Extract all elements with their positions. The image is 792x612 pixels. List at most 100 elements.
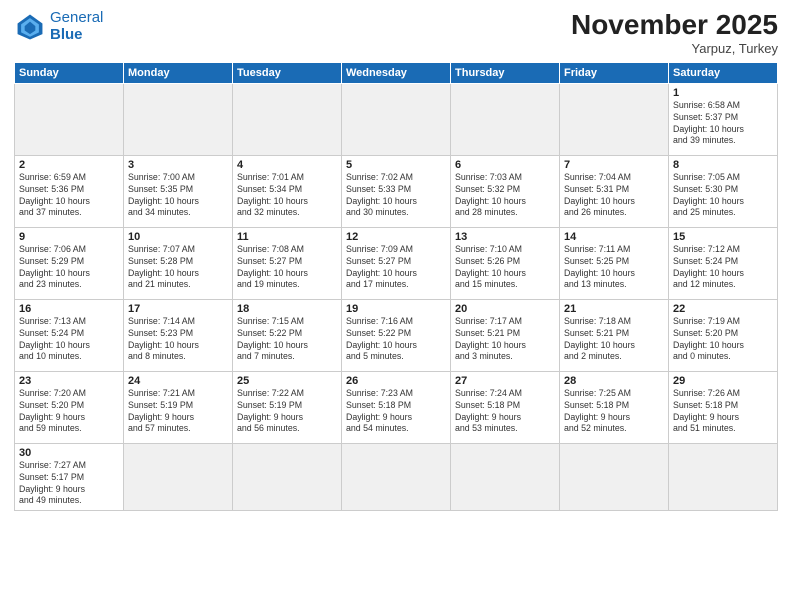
calendar-cell (560, 443, 669, 511)
cell-info: Sunrise: 7:05 AM Sunset: 5:30 PM Dayligh… (673, 172, 773, 220)
cell-info: Sunrise: 7:18 AM Sunset: 5:21 PM Dayligh… (564, 316, 664, 364)
calendar-week-1: 1Sunrise: 6:58 AM Sunset: 5:37 PM Daylig… (15, 83, 778, 155)
cell-info: Sunrise: 7:19 AM Sunset: 5:20 PM Dayligh… (673, 316, 773, 364)
calendar-cell: 5Sunrise: 7:02 AM Sunset: 5:33 PM Daylig… (342, 155, 451, 227)
day-header-thursday: Thursday (451, 62, 560, 83)
calendar-cell: 21Sunrise: 7:18 AM Sunset: 5:21 PM Dayli… (560, 299, 669, 371)
day-number: 16 (19, 303, 119, 315)
calendar-cell: 3Sunrise: 7:00 AM Sunset: 5:35 PM Daylig… (124, 155, 233, 227)
calendar-week-6: 30Sunrise: 7:27 AM Sunset: 5:17 PM Dayli… (15, 443, 778, 511)
month-title: November 2025 (571, 10, 778, 41)
cell-info: Sunrise: 7:06 AM Sunset: 5:29 PM Dayligh… (19, 244, 119, 292)
calendar-table: SundayMondayTuesdayWednesdayThursdayFrid… (14, 62, 778, 512)
day-number: 2 (19, 159, 119, 171)
calendar-cell: 10Sunrise: 7:07 AM Sunset: 5:28 PM Dayli… (124, 227, 233, 299)
cell-info: Sunrise: 7:27 AM Sunset: 5:17 PM Dayligh… (19, 460, 119, 508)
page: General Blue November 2025 Yarpuz, Turke… (0, 0, 792, 612)
day-header-monday: Monday (124, 62, 233, 83)
day-number: 4 (237, 159, 337, 171)
cell-info: Sunrise: 7:13 AM Sunset: 5:24 PM Dayligh… (19, 316, 119, 364)
calendar-cell: 16Sunrise: 7:13 AM Sunset: 5:24 PM Dayli… (15, 299, 124, 371)
day-number: 26 (346, 375, 446, 387)
day-number: 15 (673, 231, 773, 243)
calendar-cell (342, 83, 451, 155)
day-number: 19 (346, 303, 446, 315)
cell-info: Sunrise: 7:26 AM Sunset: 5:18 PM Dayligh… (673, 388, 773, 436)
calendar-cell: 12Sunrise: 7:09 AM Sunset: 5:27 PM Dayli… (342, 227, 451, 299)
calendar-cell: 2Sunrise: 6:59 AM Sunset: 5:36 PM Daylig… (15, 155, 124, 227)
day-number: 10 (128, 231, 228, 243)
day-number: 3 (128, 159, 228, 171)
day-header-friday: Friday (560, 62, 669, 83)
cell-info: Sunrise: 7:21 AM Sunset: 5:19 PM Dayligh… (128, 388, 228, 436)
cell-info: Sunrise: 7:12 AM Sunset: 5:24 PM Dayligh… (673, 244, 773, 292)
day-number: 13 (455, 231, 555, 243)
cell-info: Sunrise: 7:15 AM Sunset: 5:22 PM Dayligh… (237, 316, 337, 364)
cell-info: Sunrise: 7:10 AM Sunset: 5:26 PM Dayligh… (455, 244, 555, 292)
cell-info: Sunrise: 7:25 AM Sunset: 5:18 PM Dayligh… (564, 388, 664, 436)
calendar-cell: 18Sunrise: 7:15 AM Sunset: 5:22 PM Dayli… (233, 299, 342, 371)
calendar-cell (15, 83, 124, 155)
logo-general: General (50, 9, 103, 26)
cell-info: Sunrise: 7:08 AM Sunset: 5:27 PM Dayligh… (237, 244, 337, 292)
day-number: 14 (564, 231, 664, 243)
calendar-header-row: SundayMondayTuesdayWednesdayThursdayFrid… (15, 62, 778, 83)
calendar-cell: 17Sunrise: 7:14 AM Sunset: 5:23 PM Dayli… (124, 299, 233, 371)
calendar-cell: 9Sunrise: 7:06 AM Sunset: 5:29 PM Daylig… (15, 227, 124, 299)
calendar-cell: 14Sunrise: 7:11 AM Sunset: 5:25 PM Dayli… (560, 227, 669, 299)
cell-info: Sunrise: 7:24 AM Sunset: 5:18 PM Dayligh… (455, 388, 555, 436)
calendar-cell: 22Sunrise: 7:19 AM Sunset: 5:20 PM Dayli… (669, 299, 778, 371)
calendar-cell (124, 83, 233, 155)
logo-blue: Blue (50, 27, 103, 44)
calendar-cell (124, 443, 233, 511)
day-number: 29 (673, 375, 773, 387)
calendar-cell: 1Sunrise: 6:58 AM Sunset: 5:37 PM Daylig… (669, 83, 778, 155)
logo-text: General Blue (50, 10, 103, 43)
day-number: 24 (128, 375, 228, 387)
day-number: 11 (237, 231, 337, 243)
calendar-cell: 6Sunrise: 7:03 AM Sunset: 5:32 PM Daylig… (451, 155, 560, 227)
calendar-cell: 4Sunrise: 7:01 AM Sunset: 5:34 PM Daylig… (233, 155, 342, 227)
cell-info: Sunrise: 7:17 AM Sunset: 5:21 PM Dayligh… (455, 316, 555, 364)
cell-info: Sunrise: 7:02 AM Sunset: 5:33 PM Dayligh… (346, 172, 446, 220)
calendar-week-4: 16Sunrise: 7:13 AM Sunset: 5:24 PM Dayli… (15, 299, 778, 371)
day-number: 9 (19, 231, 119, 243)
day-number: 22 (673, 303, 773, 315)
day-header-tuesday: Tuesday (233, 62, 342, 83)
cell-info: Sunrise: 7:09 AM Sunset: 5:27 PM Dayligh… (346, 244, 446, 292)
day-number: 6 (455, 159, 555, 171)
calendar-cell: 13Sunrise: 7:10 AM Sunset: 5:26 PM Dayli… (451, 227, 560, 299)
day-number: 20 (455, 303, 555, 315)
calendar-cell: 27Sunrise: 7:24 AM Sunset: 5:18 PM Dayli… (451, 371, 560, 443)
subtitle: Yarpuz, Turkey (571, 41, 778, 56)
calendar-cell: 24Sunrise: 7:21 AM Sunset: 5:19 PM Dayli… (124, 371, 233, 443)
cell-info: Sunrise: 6:59 AM Sunset: 5:36 PM Dayligh… (19, 172, 119, 220)
cell-info: Sunrise: 7:16 AM Sunset: 5:22 PM Dayligh… (346, 316, 446, 364)
day-number: 28 (564, 375, 664, 387)
cell-info: Sunrise: 7:20 AM Sunset: 5:20 PM Dayligh… (19, 388, 119, 436)
calendar-cell (451, 443, 560, 511)
cell-info: Sunrise: 7:14 AM Sunset: 5:23 PM Dayligh… (128, 316, 228, 364)
day-number: 17 (128, 303, 228, 315)
calendar-cell: 20Sunrise: 7:17 AM Sunset: 5:21 PM Dayli… (451, 299, 560, 371)
cell-info: Sunrise: 7:04 AM Sunset: 5:31 PM Dayligh… (564, 172, 664, 220)
title-block: November 2025 Yarpuz, Turkey (571, 10, 778, 56)
cell-info: Sunrise: 7:11 AM Sunset: 5:25 PM Dayligh… (564, 244, 664, 292)
calendar-cell: 25Sunrise: 7:22 AM Sunset: 5:19 PM Dayli… (233, 371, 342, 443)
cell-info: Sunrise: 7:03 AM Sunset: 5:32 PM Dayligh… (455, 172, 555, 220)
cell-info: Sunrise: 6:58 AM Sunset: 5:37 PM Dayligh… (673, 100, 773, 148)
day-number: 23 (19, 375, 119, 387)
calendar-cell: 26Sunrise: 7:23 AM Sunset: 5:18 PM Dayli… (342, 371, 451, 443)
cell-info: Sunrise: 7:07 AM Sunset: 5:28 PM Dayligh… (128, 244, 228, 292)
day-header-saturday: Saturday (669, 62, 778, 83)
calendar-week-3: 9Sunrise: 7:06 AM Sunset: 5:29 PM Daylig… (15, 227, 778, 299)
logo-icon (14, 11, 46, 43)
calendar-week-5: 23Sunrise: 7:20 AM Sunset: 5:20 PM Dayli… (15, 371, 778, 443)
day-number: 12 (346, 231, 446, 243)
day-number: 1 (673, 87, 773, 99)
day-number: 27 (455, 375, 555, 387)
day-number: 25 (237, 375, 337, 387)
calendar-cell (560, 83, 669, 155)
day-number: 7 (564, 159, 664, 171)
header: General Blue November 2025 Yarpuz, Turke… (14, 10, 778, 56)
